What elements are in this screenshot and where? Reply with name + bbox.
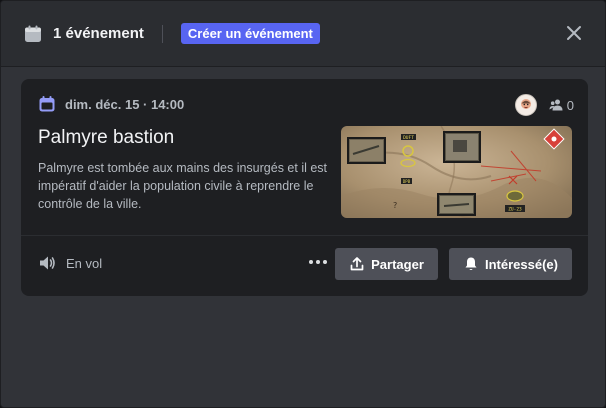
interested-count: 0 xyxy=(549,98,574,113)
close-icon[interactable] xyxy=(565,24,583,42)
share-label: Partager xyxy=(371,256,424,272)
event-title: Palmyre bastion xyxy=(38,127,175,148)
share-button[interactable]: Partager xyxy=(335,248,438,280)
calendar-icon xyxy=(23,24,43,44)
interested-count-value: 0 xyxy=(566,97,574,113)
modal-header: 1 événement Créer un événement xyxy=(1,1,605,67)
share-icon xyxy=(350,257,364,271)
event-meta: 0 xyxy=(514,94,574,116)
speaker-icon xyxy=(38,254,56,272)
cover-label: DUFT xyxy=(403,135,414,141)
interested-label: Intéressé(e) xyxy=(485,256,558,272)
event-card[interactable]: dim. déc. 15 · 14:00 0 Palmyre bastion P… xyxy=(21,79,588,296)
event-date: dim. déc. 15 · 14:00 xyxy=(65,96,185,112)
event-description: Palmyre est tombée aux mains des insurgé… xyxy=(38,161,328,211)
bell-icon xyxy=(465,257,477,270)
calendar-icon xyxy=(38,95,56,113)
create-event-button[interactable]: Créer un événement xyxy=(180,23,320,44)
host-avatar[interactable] xyxy=(514,94,537,116)
event-date-row: dim. déc. 15 · 14:00 xyxy=(38,95,184,113)
event-location: En vol xyxy=(38,254,102,272)
interested-button[interactable]: Intéressé(e) xyxy=(449,248,572,280)
more-options-icon[interactable] xyxy=(307,252,329,272)
header-divider xyxy=(161,24,163,43)
event-location-label: En vol xyxy=(66,255,103,271)
event-count-title: 1 événement xyxy=(53,25,144,42)
people-icon xyxy=(549,98,563,112)
cover-label: ZU-23 xyxy=(508,207,522,213)
cover-label: DPB xyxy=(403,179,411,184)
svg-text:?: ? xyxy=(393,201,397,210)
event-cover-image: DUFT DPB ZU-23 ? xyxy=(341,126,572,218)
card-divider xyxy=(21,235,588,236)
event-modal: 1 événement Créer un événement dim. déc.… xyxy=(0,0,606,408)
